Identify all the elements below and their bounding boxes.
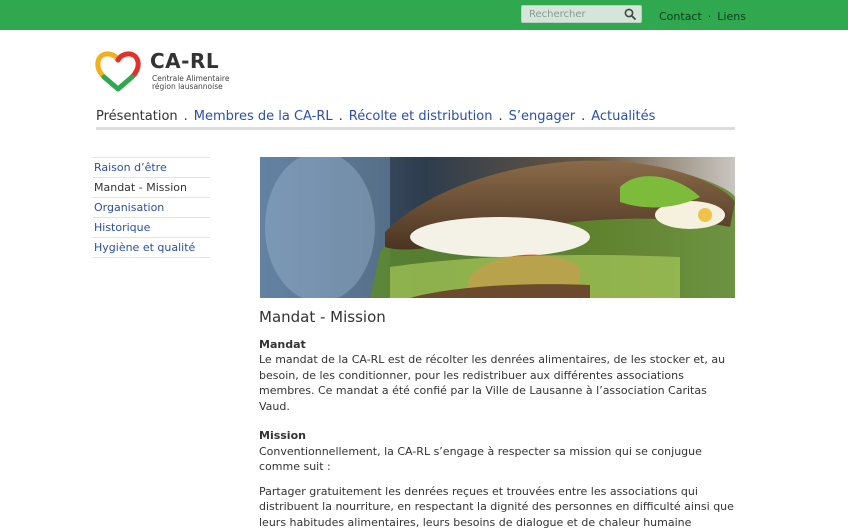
contact-link[interactable]: Contact <box>659 10 702 23</box>
separator: · <box>707 10 712 23</box>
nav-presentation[interactable]: Présentation <box>96 109 178 124</box>
search-input[interactable] <box>522 6 622 22</box>
search-icon[interactable] <box>624 8 636 20</box>
nav-membres[interactable]: Membres de la CA-RL <box>194 109 333 124</box>
mandat-text: Le mandat de la CA-RL est de récolter le… <box>259 353 726 413</box>
sidebar-item-raison[interactable]: Raison d’être <box>93 157 210 177</box>
search-box[interactable] <box>521 5 642 23</box>
mission-heading: Mission <box>259 429 306 442</box>
mission-section: Mission Conventionnellement, la CA-RL s’… <box>259 428 739 530</box>
site-logo[interactable]: CA-RL Centrale Alimentaire région lausan… <box>94 49 234 93</box>
sidebar-item-organisation[interactable]: Organisation <box>93 197 210 217</box>
mandat-heading: Mandat <box>259 337 306 351</box>
main-content: Mandat - Mission Mandat Le mandat de la … <box>259 308 739 530</box>
logo-subtitle-line2: région lausannoise <box>152 82 223 91</box>
sidebar-divider <box>93 257 210 258</box>
mission-intro: Conventionnellement, la CA-RL s’engage à… <box>259 444 702 474</box>
liens-link[interactable]: Liens <box>717 10 746 23</box>
nav-sengager[interactable]: S’engager <box>509 109 575 124</box>
logo-name: CA-RL <box>150 49 220 73</box>
side-navigation: Raison d’être Mandat - Mission Organisat… <box>93 157 210 258</box>
nav-actualites[interactable]: Actualités <box>591 109 655 124</box>
mission-point: Partager gratuitement les denrées reçues… <box>259 484 734 529</box>
main-navigation: Présentation . Membres de la CA-RL . Réc… <box>96 109 735 130</box>
nav-separator: . <box>183 109 188 124</box>
nav-separator: . <box>498 109 503 124</box>
sandwich-illustration <box>260 157 735 298</box>
sidebar-item-mandat[interactable]: Mandat - Mission <box>93 177 210 197</box>
sidebar-item-hygiene[interactable]: Hygiène et qualité <box>93 237 210 257</box>
nav-recolte[interactable]: Récolte et distribution <box>349 109 493 124</box>
heart-logo-icon <box>95 51 141 92</box>
hero-image-sandwich <box>260 157 735 298</box>
sidebar-item-historique[interactable]: Historique <box>93 217 210 237</box>
top-links: Contact · Liens <box>659 10 746 23</box>
page-title: Mandat - Mission <box>259 308 386 326</box>
nav-separator: . <box>581 109 586 124</box>
nav-separator: . <box>338 109 343 124</box>
mandat-section: Mandat Le mandat de la CA-RL est de réco… <box>259 337 739 415</box>
top-bar: Contact · Liens <box>0 0 848 30</box>
